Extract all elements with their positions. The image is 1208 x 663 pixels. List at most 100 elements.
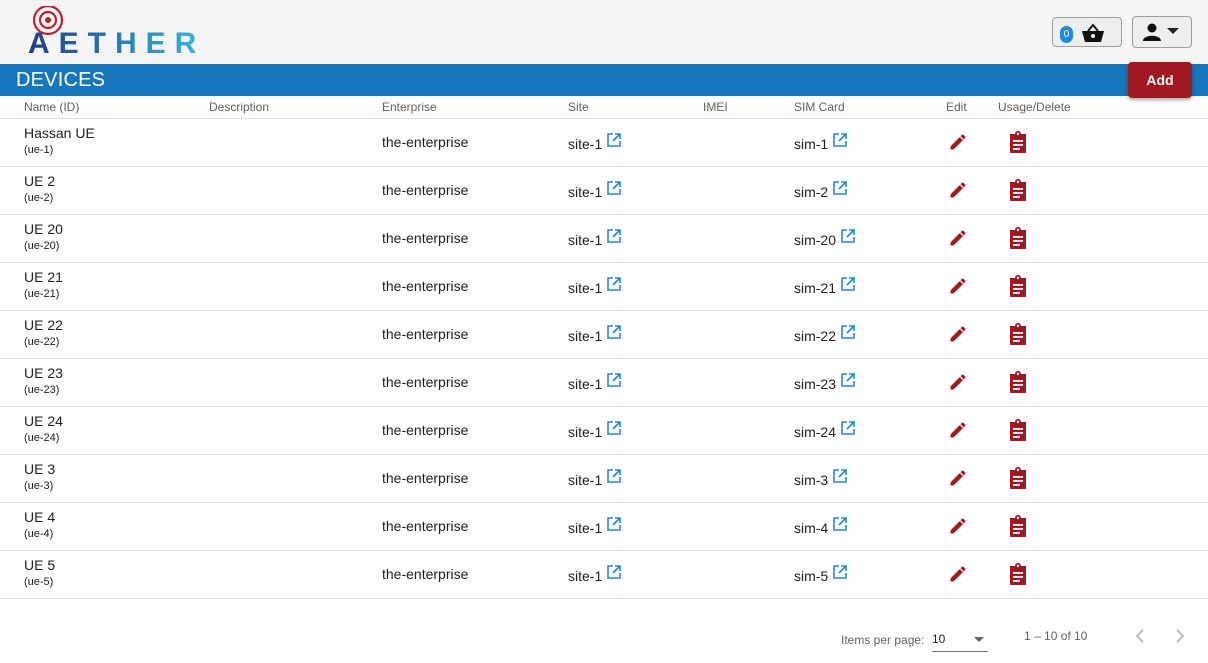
- cell-edit: [946, 118, 998, 167]
- table-row[interactable]: UE 23 (ue-23) the-enterprise site-1 sim-23: [0, 358, 1208, 407]
- pencil-icon[interactable]: [948, 516, 968, 536]
- clipboard-icon[interactable]: [1008, 275, 1028, 297]
- pencil-icon[interactable]: [948, 324, 968, 344]
- clipboard-icon[interactable]: [1008, 227, 1028, 249]
- table-row[interactable]: UE 21 (ue-21) the-enterprise site-1 sim-21: [0, 262, 1208, 311]
- clipboard-icon[interactable]: [1008, 131, 1028, 153]
- cell-name: UE 4 (ue-4): [0, 502, 209, 551]
- sim-link-text: sim-2: [794, 184, 829, 200]
- table-row[interactable]: UE 4 (ue-4) the-enterprise site-1 sim-4: [0, 502, 1208, 551]
- clipboard-icon[interactable]: [1008, 371, 1028, 393]
- external-link-icon[interactable]: [606, 468, 622, 484]
- clipboard-icon[interactable]: [1008, 323, 1028, 345]
- user-menu-button[interactable]: [1132, 16, 1192, 48]
- pencil-icon[interactable]: [948, 180, 968, 200]
- basket-icon: [1082, 23, 1104, 42]
- device-id: (ue-20): [24, 240, 60, 252]
- external-link-icon[interactable]: [832, 132, 848, 148]
- external-link-icon[interactable]: [832, 468, 848, 484]
- external-link-icon[interactable]: [840, 276, 856, 292]
- table-row[interactable]: UE 24 (ue-24) the-enterprise site-1 sim-24: [0, 406, 1208, 455]
- cell-name: UE 5 (ue-5): [0, 550, 209, 599]
- table-row[interactable]: UE 20 (ue-20) the-enterprise site-1 sim-20: [0, 214, 1208, 263]
- pencil-icon[interactable]: [948, 276, 968, 296]
- cell-name: UE 23 (ue-23): [0, 358, 209, 407]
- pencil-icon[interactable]: [948, 468, 968, 488]
- clipboard-icon[interactable]: [1008, 179, 1028, 201]
- pencil-icon[interactable]: [948, 420, 968, 440]
- table-row[interactable]: UE 22 (ue-22) the-enterprise site-1 sim-22: [0, 310, 1208, 359]
- cell-name: UE 2 (ue-2): [0, 166, 209, 215]
- column-header-usage-delete: Usage/Delete: [998, 96, 1208, 119]
- cell-site: site-1: [568, 310, 703, 359]
- external-link-icon[interactable]: [606, 324, 622, 340]
- external-link-icon[interactable]: [606, 564, 622, 580]
- site-link-text: site-1: [568, 232, 603, 248]
- external-link-icon[interactable]: [832, 564, 848, 580]
- site-link-text: site-1: [568, 472, 603, 488]
- sim-link-text: sim-1: [794, 136, 829, 152]
- site-link-text: site-1: [568, 376, 603, 392]
- external-link-icon[interactable]: [832, 180, 848, 196]
- column-header-description[interactable]: Description: [209, 96, 382, 119]
- pencil-icon[interactable]: [948, 372, 968, 392]
- cell-site: site-1: [568, 214, 703, 263]
- external-link-icon[interactable]: [606, 420, 622, 436]
- external-link-icon[interactable]: [840, 372, 856, 388]
- table-row[interactable]: UE 5 (ue-5) the-enterprise site-1 sim-5: [0, 550, 1208, 599]
- cell-enterprise: the-enterprise: [382, 358, 568, 407]
- add-button[interactable]: Add: [1128, 62, 1192, 98]
- device-name: UE 3: [24, 461, 56, 477]
- device-name: UE 5: [24, 557, 56, 573]
- column-header-enterprise[interactable]: Enterprise: [382, 96, 568, 119]
- external-link-icon[interactable]: [606, 276, 622, 292]
- cell-name: Hassan UE (ue-1): [0, 118, 209, 167]
- clipboard-icon[interactable]: [1008, 515, 1028, 537]
- column-header-sim-card[interactable]: SIM Card: [794, 96, 946, 119]
- cell-site: site-1: [568, 550, 703, 599]
- external-link-icon[interactable]: [606, 372, 622, 388]
- cell-usage-delete: [998, 166, 1208, 215]
- cell-enterprise: the-enterprise: [382, 118, 568, 167]
- external-link-icon[interactable]: [840, 324, 856, 340]
- external-link-icon[interactable]: [840, 420, 856, 436]
- cell-name: UE 3 (ue-3): [0, 454, 209, 503]
- pencil-icon[interactable]: [948, 132, 968, 152]
- device-name: UE 20: [24, 221, 63, 237]
- clipboard-icon[interactable]: [1008, 563, 1028, 585]
- device-id: (ue-23): [24, 384, 60, 396]
- items-per-page-select[interactable]: 10: [932, 626, 988, 652]
- column-header-imei[interactable]: IMEI: [703, 96, 794, 119]
- external-link-icon[interactable]: [606, 228, 622, 244]
- external-link-icon[interactable]: [832, 516, 848, 532]
- cell-description: [209, 406, 382, 455]
- cell-enterprise: the-enterprise: [382, 262, 568, 311]
- external-link-icon[interactable]: [840, 228, 856, 244]
- cart-button[interactable]: 0: [1052, 17, 1122, 47]
- cell-imei: [703, 166, 794, 215]
- aether-logo[interactable]: AETHER: [28, 6, 298, 58]
- pencil-icon[interactable]: [948, 564, 968, 584]
- external-link-icon[interactable]: [606, 180, 622, 196]
- sim-link-text: sim-5: [794, 568, 829, 584]
- pencil-icon[interactable]: [948, 228, 968, 248]
- column-header-site[interactable]: Site: [568, 96, 703, 119]
- table-row[interactable]: Hassan UE (ue-1) the-enterprise site-1 sim-1: [0, 118, 1208, 167]
- sim-link-text: sim-24: [794, 424, 837, 440]
- previous-page-button[interactable]: [1130, 626, 1150, 646]
- next-page-button[interactable]: [1170, 626, 1190, 646]
- external-link-icon[interactable]: [606, 516, 622, 532]
- clipboard-icon[interactable]: [1008, 419, 1028, 441]
- cell-imei: [703, 406, 794, 455]
- table-row[interactable]: UE 2 (ue-2) the-enterprise site-1 sim-2: [0, 166, 1208, 215]
- cell-site: site-1: [568, 118, 703, 167]
- clipboard-icon[interactable]: [1008, 467, 1028, 489]
- cell-name: UE 21 (ue-21): [0, 262, 209, 311]
- table-row[interactable]: UE 3 (ue-3) the-enterprise site-1 sim-3: [0, 454, 1208, 503]
- cell-edit: [946, 358, 998, 407]
- column-header-name[interactable]: Name (ID): [0, 96, 209, 119]
- external-link-icon[interactable]: [606, 132, 622, 148]
- device-id: (ue-3): [24, 480, 54, 492]
- site-link-text: site-1: [568, 328, 603, 344]
- dropdown-arrow-icon: [974, 637, 984, 642]
